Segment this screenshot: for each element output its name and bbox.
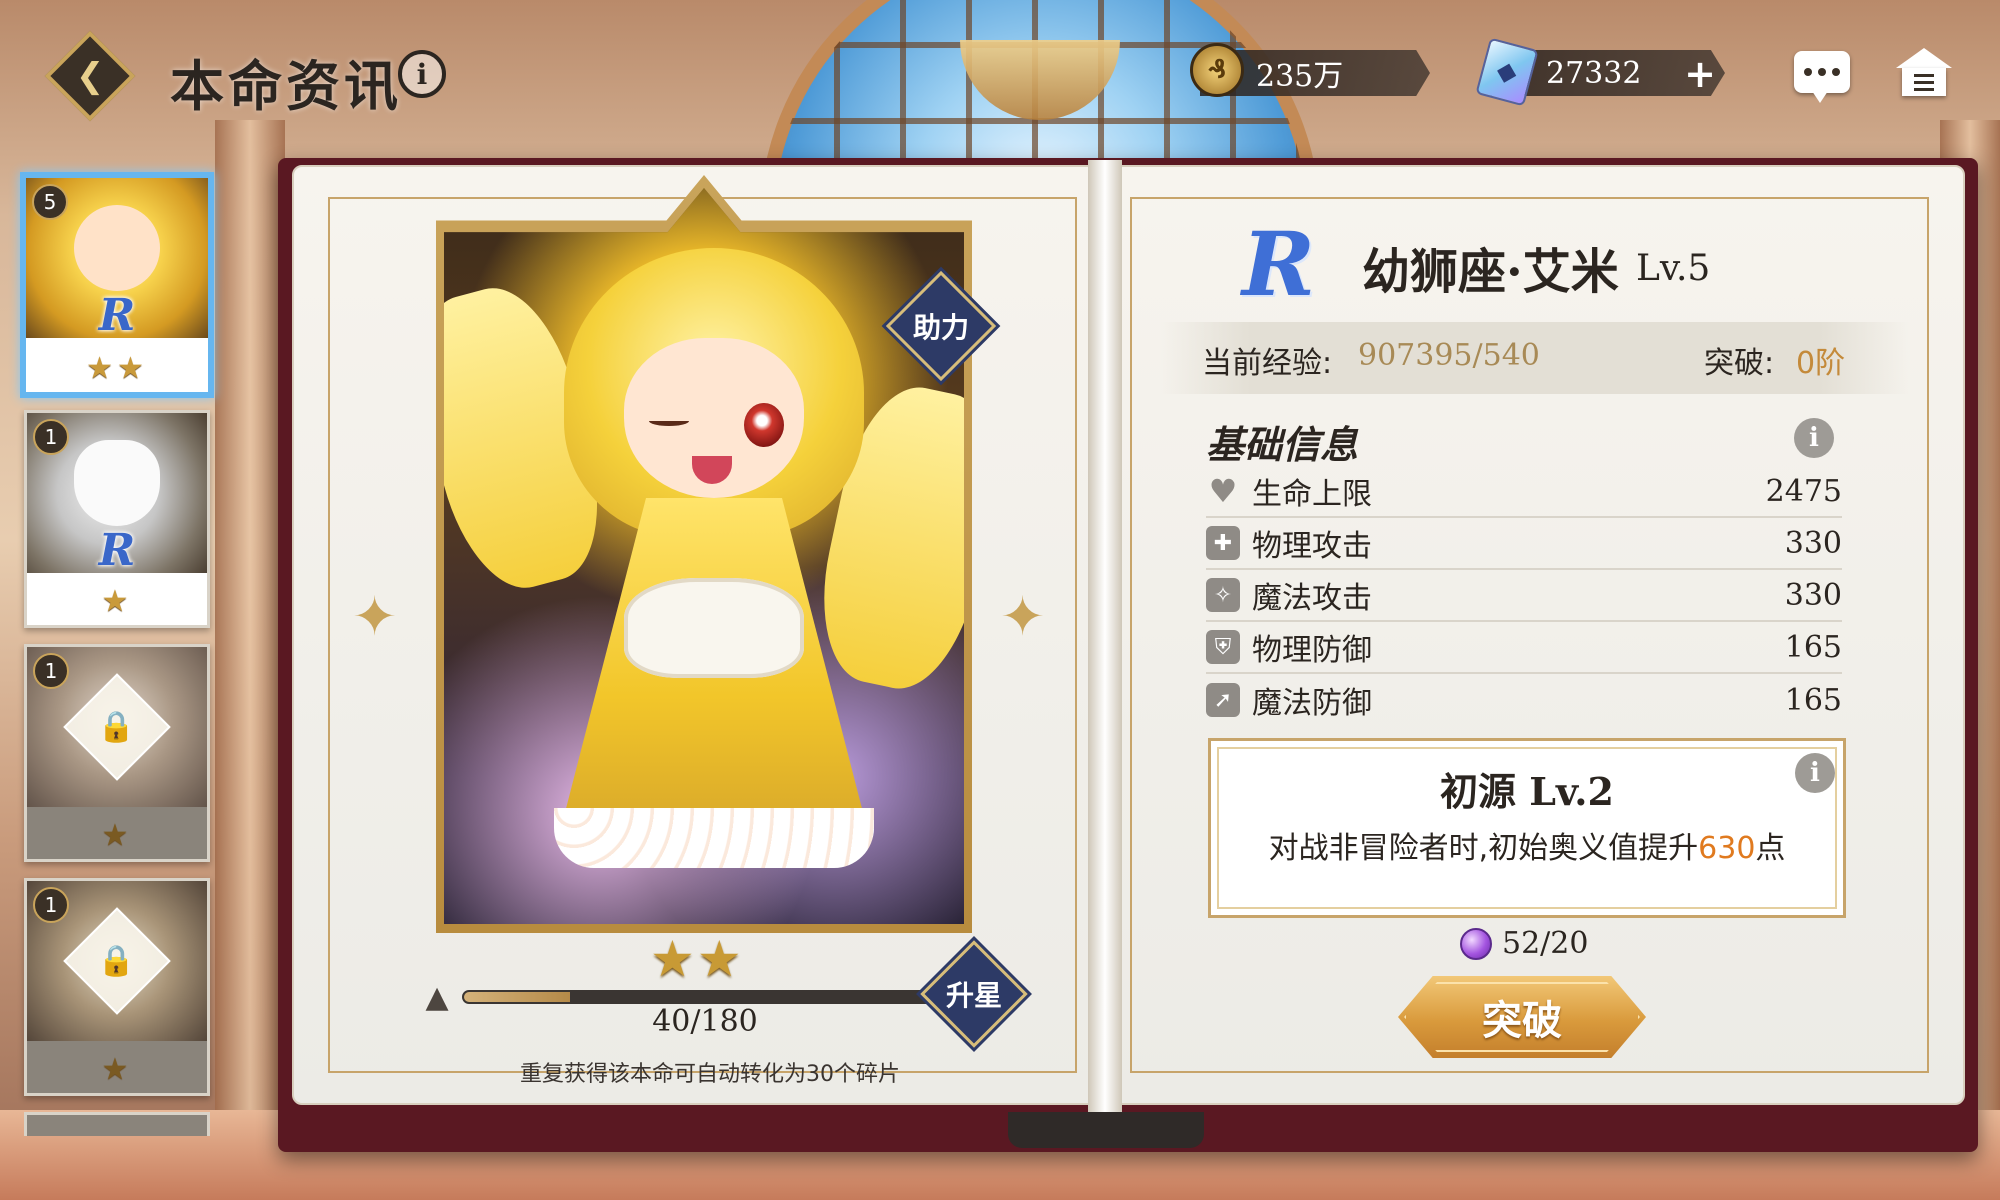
basic-info-title: 基础信息	[1206, 423, 1359, 467]
home-button[interactable]	[1892, 44, 1956, 100]
card-stars: ★	[101, 584, 133, 619]
skill-desc-suffix: 点	[1755, 831, 1786, 866]
stat-value: 330	[1784, 525, 1842, 561]
breakthrough-value: 0阶	[1796, 346, 1846, 381]
assist-badge[interactable]: 助力	[885, 270, 997, 382]
skill-desc-value: 630	[1698, 831, 1756, 866]
skill-description: 对战非冒险者时,初始奥义值提升630点	[1211, 823, 1843, 867]
sparkle-icon: ✦	[352, 585, 398, 648]
stat-label: 物理攻击	[1252, 529, 1372, 564]
background-column	[215, 120, 285, 1120]
character-level: Lv.5	[1636, 248, 1711, 289]
star-rating: ★★	[650, 930, 744, 988]
basic-info-info-icon[interactable]: i	[1794, 418, 1834, 458]
sidebar-card-locked-1[interactable]: 1 🔒 ★	[24, 644, 210, 862]
assist-label: 助力	[912, 310, 970, 344]
breakthrough-button-label: 突破	[1482, 998, 1562, 1044]
magic-shield-icon: ➚	[1206, 683, 1240, 717]
breakthrough-material: 52/20	[1460, 926, 1588, 961]
rarity-r-badge: R	[98, 290, 136, 341]
home-icon	[1896, 48, 1952, 96]
book-bottom-tab	[1008, 1112, 1204, 1148]
stat-label: 魔法攻击	[1252, 581, 1372, 616]
chat-button[interactable]	[1790, 44, 1854, 103]
stat-row: ✚ 物理攻击 330	[1206, 518, 1842, 570]
upgrade-star-button[interactable]: 升星	[920, 940, 1028, 1048]
chat-bubble-icon	[1794, 51, 1850, 103]
exp-label: 当前经验:	[1202, 346, 1333, 381]
add-gems-button[interactable]: +	[1680, 52, 1720, 96]
breakthrough-label: 突破:	[1704, 346, 1775, 381]
stat-row: ➚ 魔法防御 165	[1206, 674, 1842, 726]
sidebar-card-ami[interactable]: 5 R ★★	[20, 172, 214, 398]
gold-amount: 235万	[1256, 59, 1344, 94]
shard-progress-text: 40/180	[652, 1004, 758, 1039]
stat-value: 330	[1784, 577, 1842, 613]
skill-desc-prefix: 对战非冒险者时,初始奥义值提升	[1268, 831, 1699, 866]
card-count-badge: 1	[33, 653, 69, 689]
staff-icon: ✧	[1206, 578, 1240, 612]
puzzle-piece-icon: ▲	[425, 979, 449, 1015]
stat-label: 物理防御	[1252, 633, 1372, 668]
title-info-icon[interactable]: i	[398, 50, 446, 98]
back-button[interactable]: ❮	[42, 28, 138, 124]
stat-row: ✧ 魔法攻击 330	[1206, 570, 1842, 622]
sword-icon: ✚	[1206, 526, 1240, 560]
stats-list: ♥ 生命上限 2475 ✚ 物理攻击 330 ✧ 魔法攻击 330 ⛨ 物理防御…	[1206, 466, 1842, 726]
skill-box: 初源 Lv.2 对战非冒险者时,初始奥义值提升630点 i	[1208, 738, 1846, 918]
back-arrow-icon: ❮	[75, 56, 105, 96]
upgrade-label: 升星	[945, 978, 1003, 1012]
rarity-r-badge: R	[1242, 212, 1316, 316]
coin-icon: ₰	[1190, 43, 1244, 97]
sidebar-card-partial[interactable]	[24, 1112, 210, 1136]
gem-amount: 27332	[1546, 55, 1642, 91]
heart-icon: ♥	[1208, 472, 1238, 510]
card-count-badge: 5	[32, 184, 68, 220]
sparkle-icon: ✦	[1000, 585, 1046, 648]
stat-label: 生命上限	[1252, 477, 1372, 512]
skill-info-icon[interactable]: i	[1795, 753, 1835, 793]
card-count-badge: 1	[33, 887, 69, 923]
shard-conversion-note: 重复获得该本命可自动转化为30个碎片	[520, 1062, 900, 1087]
stat-row: ♥ 生命上限 2475	[1206, 466, 1842, 518]
sidebar-card-wolf[interactable]: 1 R ★	[24, 410, 210, 628]
character-name: 幼狮座·艾米	[1362, 244, 1619, 300]
shard-progress-bar	[462, 990, 942, 1004]
breakthrough-button[interactable]: 突破	[1398, 976, 1646, 1058]
book-spine	[1088, 160, 1122, 1120]
card-stars: ★	[101, 1052, 133, 1087]
exp-value: 907395/540	[1358, 338, 1540, 373]
shield-icon: ⛨	[1206, 630, 1240, 664]
rarity-r-badge: R	[98, 525, 136, 576]
shard-progress-fill	[464, 992, 570, 1002]
stat-row: ⛨ 物理防御 165	[1206, 622, 1842, 674]
card-stars: ★	[101, 818, 133, 853]
stat-value: 165	[1784, 682, 1842, 718]
sidebar-card-locked-2[interactable]: 1 🔒 ★	[24, 878, 210, 1096]
purple-gem-icon	[1460, 927, 1492, 960]
stat-value: 165	[1784, 629, 1842, 665]
stat-value: 2475	[1765, 473, 1842, 509]
card-count-badge: 1	[33, 419, 69, 455]
skill-title: 初源 Lv.2	[1440, 769, 1614, 814]
crystal-icon: ◆	[1475, 37, 1539, 107]
material-count: 52/20	[1502, 926, 1589, 961]
stat-label: 魔法防御	[1252, 686, 1372, 721]
card-stars: ★★	[86, 351, 148, 386]
page-title: 本命资讯	[170, 54, 402, 118]
